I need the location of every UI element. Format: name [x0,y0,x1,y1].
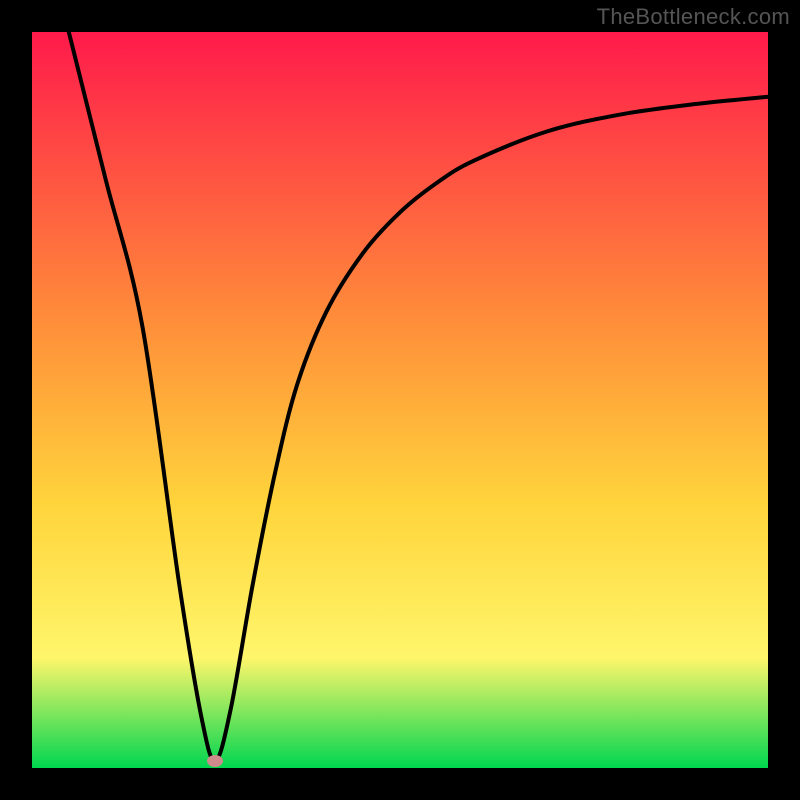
plot-area [32,32,768,768]
bottleneck-chart [0,0,800,800]
chart-container: TheBottleneck.com [0,0,800,800]
